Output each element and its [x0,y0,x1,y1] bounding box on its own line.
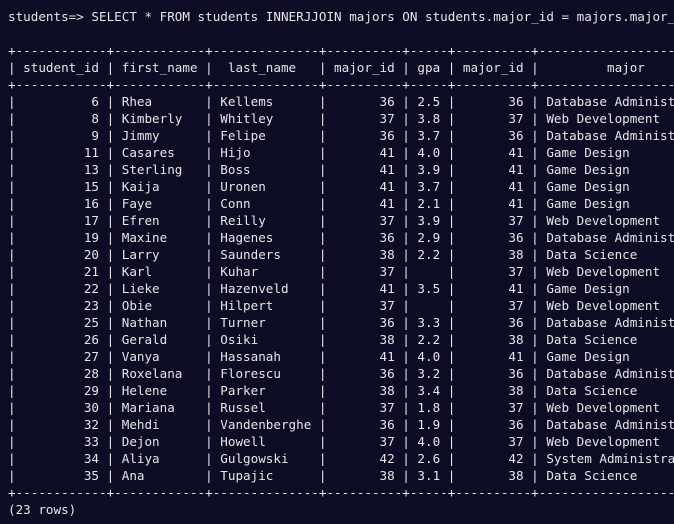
table-row: | 28 | Roxelana | Florescu | 36 | 3.2 | … [8,366,674,381]
table-row: | 30 | Mariana | Russel | 37 | 1.8 | 37 … [8,400,674,415]
table-border-bottom: +------------+------------+-------------… [8,485,674,500]
table-row: | 34 | Aliya | Gulgowski | 42 | 2.6 | 42… [8,451,674,466]
table-row: | 15 | Kaija | Uronen | 41 | 3.7 | 41 | … [8,179,674,194]
row-count-footer: (23 rows) [8,502,77,517]
terminal-window[interactable]: students=> SELECT * FROM students INNERJ… [0,0,674,524]
table-row: | 8 | Kimberly | Whitley | 37 | 3.8 | 37… [8,111,674,126]
table-header-row: | student_id | first_name | last_name | … [8,60,674,75]
table-row: | 17 | Efren | Reilly | 37 | 3.9 | 37 | … [8,213,674,228]
table-row: | 29 | Helene | Parker | 38 | 3.4 | 38 |… [8,383,674,398]
table-row: | 21 | Karl | Kuhar | 37 | | 37 | Web De… [8,264,674,279]
table-row: | 22 | Lieke | Hazenveld | 41 | 3.5 | 41… [8,281,674,296]
table-row: | 20 | Larry | Saunders | 38 | 2.2 | 38 … [8,247,674,262]
table-row: | 19 | Maxine | Hagenes | 36 | 2.9 | 36 … [8,230,674,245]
command-prompt-line: students=> SELECT * FROM students INNERJ… [8,9,674,24]
table-row: | 16 | Faye | Conn | 41 | 2.1 | 41 | Gam… [8,196,674,211]
table-row: | 26 | Gerald | Osiki | 38 | 2.2 | 38 | … [8,332,674,347]
table-header-separator: +------------+------------+-------------… [8,77,674,92]
table-row: | 27 | Vanya | Hassanah | 41 | 4.0 | 41 … [8,349,674,364]
table-row: | 23 | Obie | Hilpert | 37 | | 37 | Web … [8,298,674,313]
table-row: | 32 | Mehdi | Vandenberghe | 36 | 1.9 |… [8,417,674,432]
table-row: | 11 | Casares | Hijo | 41 | 4.0 | 41 | … [8,145,674,160]
table-row: | 6 | Rhea | Kellems | 36 | 2.5 | 36 | D… [8,94,674,109]
table-body: | 6 | Rhea | Kellems | 36 | 2.5 | 36 | D… [0,93,674,484]
table-row: | 33 | Dejon | Howell | 37 | 4.0 | 37 | … [8,434,674,449]
table-row: | 13 | Sterling | Boss | 41 | 3.9 | 41 |… [8,162,674,177]
table-row: | 35 | Ana | Tupajic | 38 | 3.1 | 38 | D… [8,468,674,483]
table-border-top: +------------+------------+-------------… [8,43,674,58]
table-row: | 9 | Jimmy | Felipe | 36 | 3.7 | 36 | D… [8,128,674,143]
table-row: | 25 | Nathan | Turner | 36 | 3.3 | 36 |… [8,315,674,330]
